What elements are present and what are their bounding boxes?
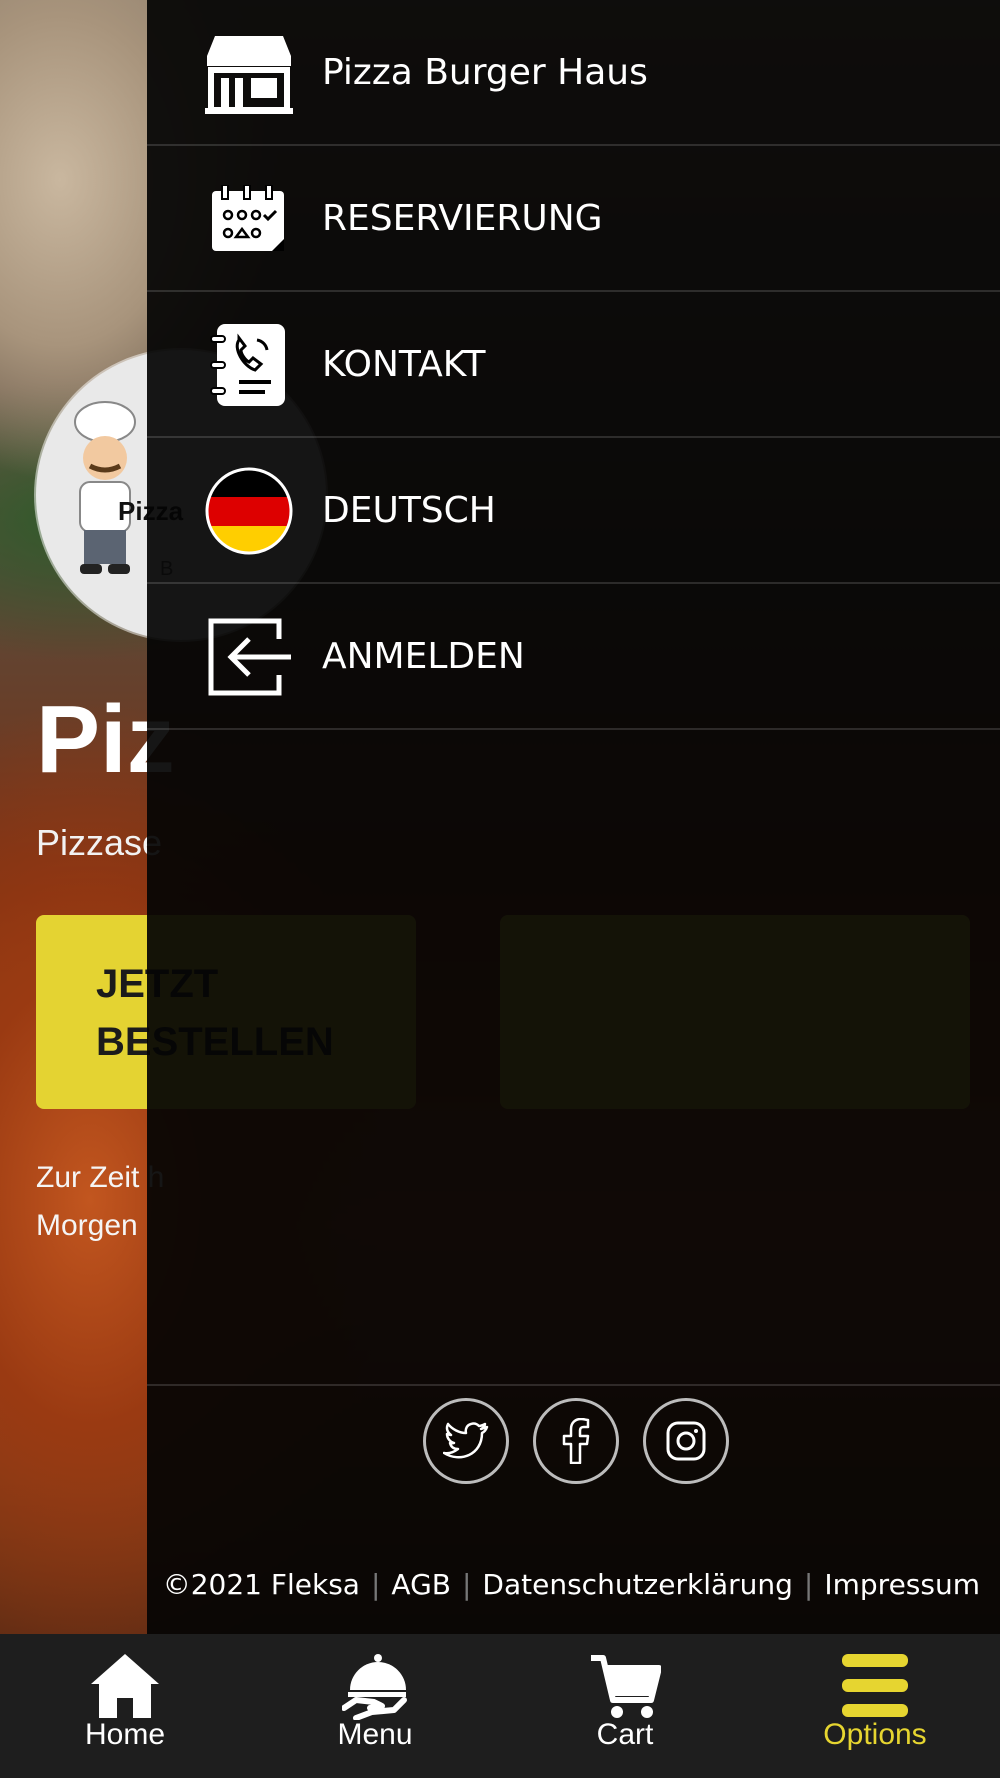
nav-label: Options [823, 1718, 927, 1751]
nav-label: Menu [337, 1718, 413, 1751]
cloche-icon [342, 1654, 407, 1720]
bottom-navigation: Home Menu Cart Options [0, 1634, 1000, 1778]
nav-cart[interactable]: Cart [500, 1634, 750, 1778]
hamburger-icon [842, 1654, 908, 1717]
login-icon [205, 613, 293, 701]
nav-label: Home [84, 1718, 166, 1751]
store-icon [205, 29, 293, 117]
drawer-item-contact[interactable]: KONTAKT [147, 292, 1000, 438]
drawer-item-label: ANMELDEN [322, 636, 525, 677]
drawer-item-login[interactable]: ANMELDEN [147, 584, 1000, 730]
side-drawer: Pizza Burger Haus RESERVIERUNG KONTAKT D… [147, 0, 1000, 1634]
drawer-item-label: Pizza Burger Haus [322, 52, 648, 93]
instagram-icon[interactable] [643, 1398, 729, 1484]
nav-menu[interactable]: Menu [250, 1634, 500, 1778]
drawer-item-label: RESERVIERUNG [322, 198, 603, 239]
home-icon [91, 1654, 159, 1718]
contact-book-icon [205, 321, 293, 409]
drawer-item-language[interactable]: DEUTSCH [147, 438, 1000, 584]
imprint-link[interactable]: Impressum [824, 1568, 980, 1601]
drawer-item-label: KONTAKT [322, 344, 486, 385]
social-links [423, 1398, 729, 1484]
calendar-icon [205, 175, 293, 263]
nav-home[interactable]: Home [0, 1634, 250, 1778]
legal-links: ©2021 Fleksa | AGB | Datenschutzerklärun… [162, 1567, 980, 1601]
nav-options[interactable]: Options [750, 1634, 1000, 1778]
cart-icon [591, 1655, 661, 1718]
drawer-item-restaurant[interactable]: Pizza Burger Haus [147, 0, 1000, 146]
facebook-icon[interactable] [533, 1398, 619, 1484]
chef-mascot-icon [74, 401, 136, 574]
agb-link[interactable]: AGB [391, 1568, 451, 1601]
privacy-link[interactable]: Datenschutzerklärung [482, 1568, 793, 1601]
drawer-item-label: DEUTSCH [322, 490, 496, 531]
twitter-icon[interactable] [423, 1398, 509, 1484]
german-flag-icon [205, 467, 293, 555]
nav-label: Cart [596, 1718, 654, 1751]
footer-divider [147, 1384, 1000, 1386]
copyright-text: ©2021 Fleksa [162, 1567, 360, 1601]
drawer-item-reservation[interactable]: RESERVIERUNG [147, 146, 1000, 292]
hero-subtitle: Pizzase [36, 822, 163, 863]
